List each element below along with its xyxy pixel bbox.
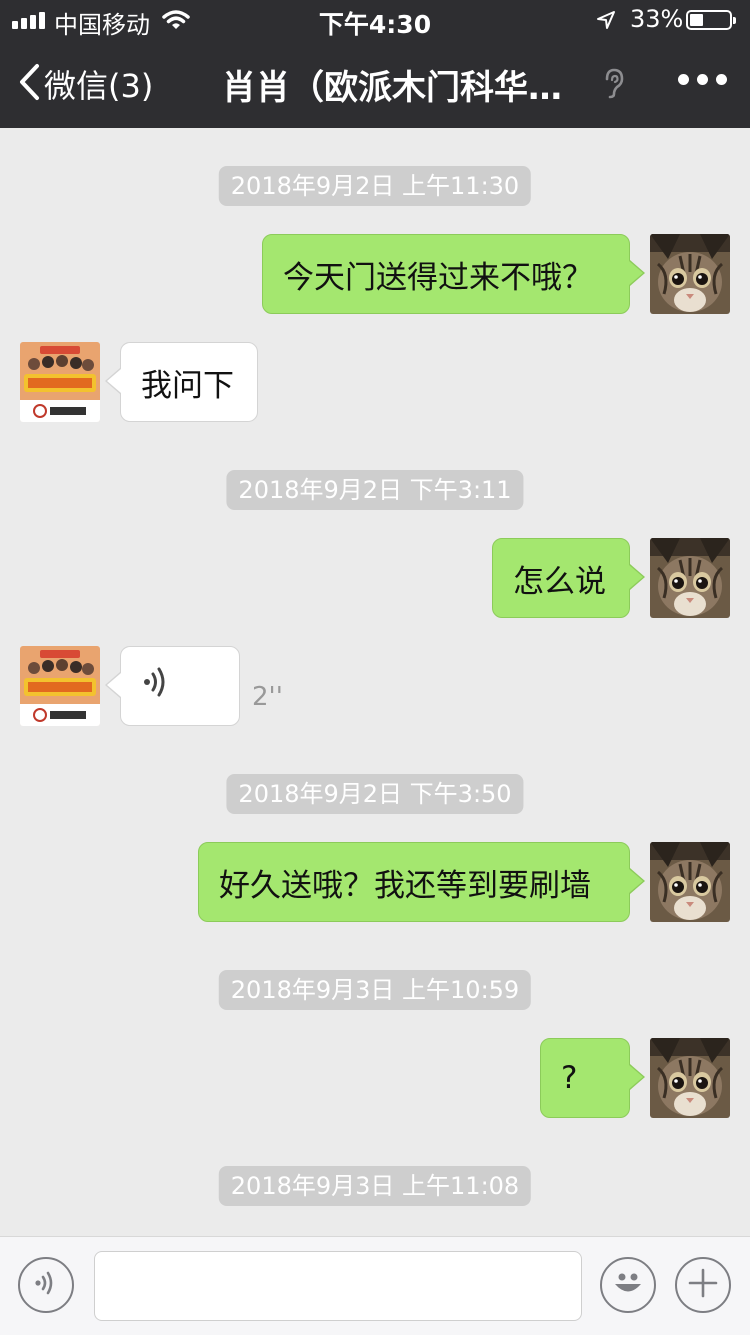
timestamp: 2018年9月2日 下午3:50 xyxy=(226,774,524,814)
more-button[interactable] xyxy=(678,74,727,85)
timestamp: 2018年9月2日 上午11:30 xyxy=(218,166,532,206)
contact-avatar[interactable] xyxy=(20,646,100,726)
message-bubble-outgoing[interactable]: 好久送哦？我还等到要刷墙 xyxy=(198,842,645,922)
timestamp: 2018年9月3日 上午11:08 xyxy=(218,1166,532,1206)
ear-icon xyxy=(602,67,626,103)
message-bubble-incoming[interactable]: 我问下 xyxy=(105,342,258,422)
status-bar: 中国移动 下午4:30 33% xyxy=(0,0,750,40)
voice-duration: 2'' xyxy=(252,682,283,712)
message-input[interactable] xyxy=(94,1251,582,1321)
battery-icon xyxy=(686,10,736,30)
message-bubble-outgoing[interactable]: 今天门送得过来不哦？ xyxy=(262,234,645,314)
timestamp: 2018年9月2日 下午3:11 xyxy=(226,470,524,510)
back-button[interactable]: 微信(3) xyxy=(18,62,153,106)
voice-input-button[interactable] xyxy=(18,1257,74,1313)
voice-input-icon xyxy=(33,1269,59,1301)
back-chevron-icon xyxy=(18,63,40,105)
message-bubble-outgoing[interactable]: 怎么说 xyxy=(492,538,645,618)
voice-wave-icon xyxy=(141,665,171,707)
voice-message-bubble[interactable] xyxy=(105,646,240,726)
plus-icon xyxy=(687,1267,719,1303)
more-icon xyxy=(678,74,689,85)
navigation-bar: 中国移动 下午4:30 33% 微信(3) 肖肖（欧派木门科华… xyxy=(0,0,750,128)
my-avatar[interactable] xyxy=(650,842,730,922)
back-label: 微信(3) xyxy=(44,67,154,105)
input-toolbar xyxy=(0,1236,750,1335)
my-avatar[interactable] xyxy=(650,1038,730,1118)
timestamp: 2018年9月3日 上午10:59 xyxy=(218,970,532,1010)
emoji-button[interactable] xyxy=(600,1257,656,1313)
emoji-icon xyxy=(608,1263,648,1307)
plus-button[interactable] xyxy=(675,1257,731,1313)
message-bubble-outgoing[interactable]: ? xyxy=(540,1038,645,1118)
location-arrow-icon xyxy=(596,10,616,34)
contact-avatar[interactable] xyxy=(20,342,100,422)
my-avatar[interactable] xyxy=(650,234,730,314)
my-avatar[interactable] xyxy=(650,538,730,618)
battery-percent: 33% xyxy=(630,5,684,33)
chat-title: 肖肖（欧派木门科华… xyxy=(222,68,562,108)
